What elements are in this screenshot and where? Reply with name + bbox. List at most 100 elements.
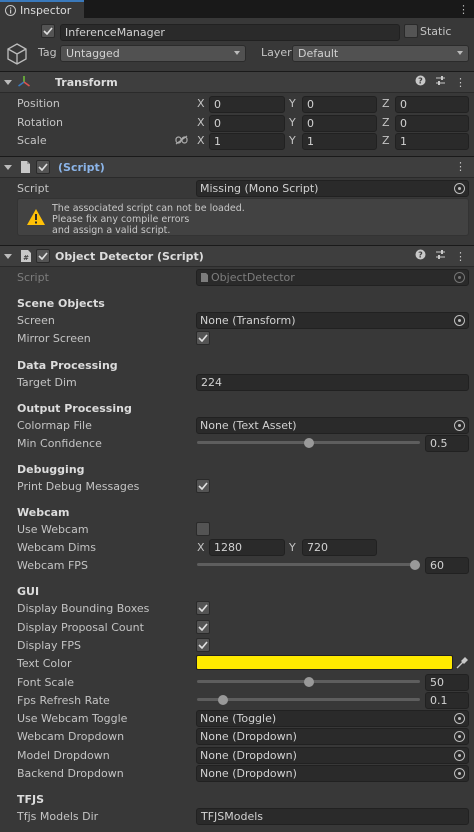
webcam-fps-input[interactable]: 60 <box>425 557 469 574</box>
model-dropdown-value: None (Dropdown) <box>200 749 297 762</box>
object-picker-icon[interactable] <box>454 420 465 431</box>
transform-icon <box>17 75 31 92</box>
layer-dropdown[interactable]: Default <box>292 45 469 62</box>
use-webcam-label: Use Webcam <box>17 523 89 536</box>
transform-header[interactable]: Transform ? ⋮ <box>0 71 474 93</box>
more-options-icon[interactable]: ⋮ <box>455 250 466 263</box>
object-detector-header[interactable]: # Object Detector (Script) ? ⋮ <box>0 245 474 267</box>
webcam-fps-slider-track[interactable] <box>197 563 420 566</box>
link-icon[interactable] <box>175 135 188 148</box>
webcam-fps-label: Webcam FPS <box>17 559 88 572</box>
tfjs-models-dir-input[interactable]: TFJSModels <box>196 808 469 825</box>
missing-script-enabled-checkbox[interactable] <box>36 160 50 174</box>
tag-label: Tag <box>38 46 57 59</box>
mirror-screen-checkbox[interactable] <box>196 331 210 345</box>
colormap-file-field[interactable]: None (Text Asset) <box>196 417 469 434</box>
section-tfjs: TFJS <box>17 793 45 806</box>
backend-dropdown-field[interactable]: None (Dropdown) <box>196 765 469 782</box>
svg-text:?: ? <box>418 77 423 86</box>
target-dim-input[interactable]: 224 <box>196 374 469 391</box>
gameobject-name-input[interactable]: InferenceManager <box>60 24 400 41</box>
screen-value: None (Transform) <box>200 314 296 327</box>
tag-dropdown[interactable]: Untagged <box>60 45 246 62</box>
position-z-label: Z <box>382 97 390 110</box>
scale-z-input[interactable]: 1 <box>395 133 469 150</box>
position-y-input[interactable]: 0 <box>302 96 377 113</box>
object-picker-icon[interactable] <box>454 750 465 761</box>
model-dropdown-field[interactable]: None (Dropdown) <box>196 747 469 764</box>
screen-label: Screen <box>17 314 55 327</box>
font-scale-slider-handle[interactable] <box>303 677 314 687</box>
help-icon[interactable]: ? <box>415 249 426 263</box>
webcam-fps-slider-handle[interactable] <box>410 560 420 570</box>
missing-script-field[interactable]: Missing (Mono Script) <box>196 180 469 197</box>
missing-script-warning: The associated script can not be loaded.… <box>17 198 469 236</box>
tab-menu-icon[interactable]: ⋮ <box>458 3 469 16</box>
webcam-dropdown-field[interactable]: None (Dropdown) <box>196 728 469 745</box>
preset-icon[interactable] <box>435 249 446 263</box>
display-proposal-count-checkbox[interactable] <box>196 620 210 634</box>
od-script-label: Script <box>17 271 49 284</box>
scale-y-input[interactable]: 1 <box>302 133 377 150</box>
position-z-input[interactable]: 0 <box>395 96 469 113</box>
inspector-tab[interactable]: Inspector <box>0 0 84 18</box>
file-icon <box>20 160 31 177</box>
info-icon <box>5 4 16 16</box>
checkmark-icon <box>38 252 48 260</box>
webcam-dims-y-input[interactable]: 720 <box>302 539 377 556</box>
rotation-x-input[interactable]: 0 <box>209 115 285 132</box>
svg-text:?: ? <box>418 251 423 260</box>
text-color-swatch[interactable] <box>196 655 453 670</box>
min-confidence-slider-handle[interactable] <box>303 438 314 448</box>
preset-icon[interactable] <box>435 75 446 89</box>
position-x-input[interactable]: 0 <box>209 96 285 113</box>
warning-line: and assign a valid script. <box>52 225 171 236</box>
object-detector-enabled-checkbox[interactable] <box>36 249 50 263</box>
scale-x-input[interactable]: 1 <box>209 133 285 150</box>
rotation-y-input[interactable]: 0 <box>302 115 377 132</box>
position-label: Position <box>17 97 60 110</box>
webcam-dropdown-value: None (Dropdown) <box>200 730 297 743</box>
section-webcam: Webcam <box>17 506 70 519</box>
more-options-icon[interactable]: ⋮ <box>455 160 466 173</box>
static-checkbox[interactable] <box>404 24 418 38</box>
object-picker-icon[interactable] <box>454 315 465 326</box>
use-webcam-toggle-field[interactable]: None (Toggle) <box>196 710 469 727</box>
checkmark-icon <box>38 163 48 171</box>
more-options-icon[interactable]: ⋮ <box>455 76 466 89</box>
gameobject-active-checkbox[interactable] <box>41 24 55 38</box>
warning-line: The associated script can not be loaded. <box>52 203 245 214</box>
fps-refresh-rate-slider-track[interactable] <box>197 698 420 701</box>
checkmark-icon <box>198 334 208 342</box>
tag-value: Untagged <box>66 47 120 60</box>
tfjs-models-dir-label: Tfjs Models Dir <box>17 810 99 823</box>
object-picker-icon[interactable] <box>454 183 465 194</box>
object-picker-icon[interactable] <box>454 731 465 742</box>
eyedropper-icon[interactable] <box>456 656 468 672</box>
print-debug-checkbox[interactable] <box>196 479 210 493</box>
min-confidence-input[interactable]: 0.5 <box>425 435 469 452</box>
display-bounding-boxes-checkbox[interactable] <box>196 601 210 615</box>
screen-field[interactable]: None (Transform) <box>196 312 469 329</box>
rotation-z-input[interactable]: 0 <box>395 115 469 132</box>
missing-script-header[interactable]: (Script) ⋮ <box>0 156 474 178</box>
checkmark-icon <box>198 641 208 649</box>
webcam-dims-x-input[interactable]: 1280 <box>209 539 285 556</box>
display-fps-checkbox[interactable] <box>196 638 210 652</box>
foldout-arrow-icon[interactable] <box>4 165 12 170</box>
checkmark-icon <box>198 604 208 612</box>
use-webcam-checkbox[interactable] <box>196 522 210 536</box>
object-picker-icon[interactable] <box>454 713 465 724</box>
help-icon[interactable]: ? <box>415 75 426 89</box>
rotation-y-label: Y <box>289 116 296 129</box>
foldout-arrow-icon[interactable] <box>4 80 12 85</box>
object-picker-icon[interactable] <box>454 768 465 779</box>
colormap-file-label: Colormap File <box>17 419 92 432</box>
fps-refresh-rate-slider-handle[interactable] <box>218 695 229 705</box>
missing-script-title: (Script) <box>58 161 105 174</box>
foldout-arrow-icon[interactable] <box>4 254 12 259</box>
fps-refresh-rate-input[interactable]: 0.1 <box>425 692 469 709</box>
font-scale-input[interactable]: 50 <box>425 674 469 691</box>
webcam-dims-label: Webcam Dims <box>17 541 96 554</box>
csharp-script-icon <box>200 272 209 287</box>
